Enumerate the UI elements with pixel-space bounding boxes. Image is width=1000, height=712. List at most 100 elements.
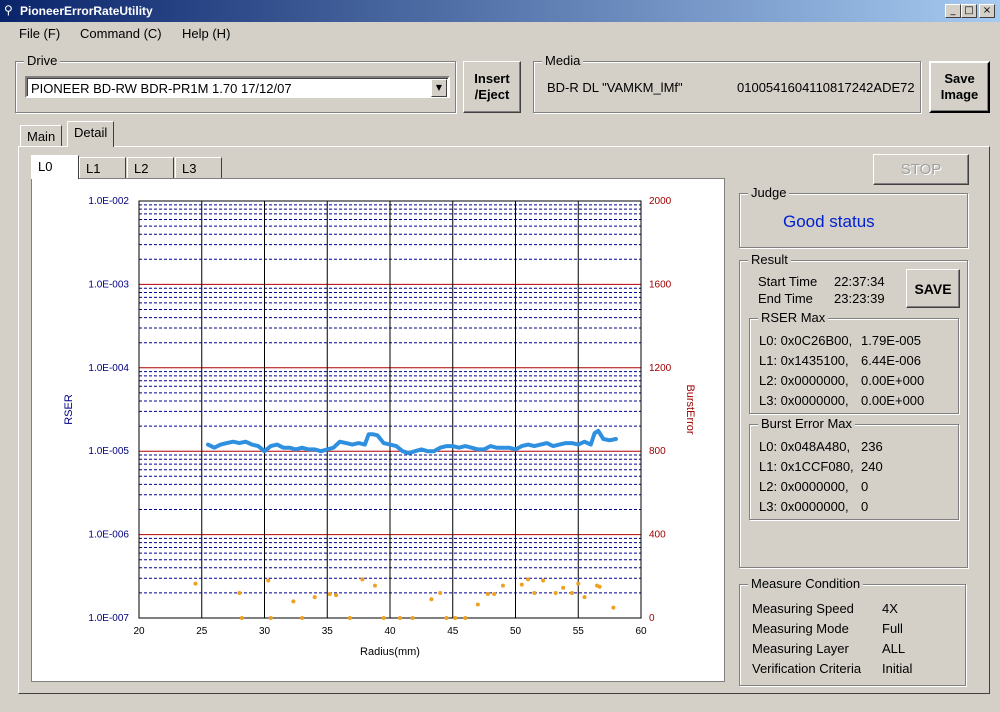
y-left-tick-label: 1.0E-005 [88, 446, 129, 457]
burst-error-point [347, 616, 352, 620]
rser-addr-l2: L2: 0x0000000, [759, 373, 849, 388]
burst-error-point [291, 599, 296, 604]
rser-val-l2: 0.00E+000 [861, 373, 925, 388]
stop-button[interactable]: STOP [873, 154, 969, 185]
title-bar: ⚲ PioneerErrorRateUtility _ □ × [0, 0, 1000, 22]
x-tick-label: 60 [635, 626, 647, 637]
burst-error-point [526, 577, 531, 582]
measure-key-speed: Measuring Speed [752, 601, 854, 616]
burst-error-point [611, 605, 616, 610]
burst-error-point [541, 578, 546, 583]
y-right-tick-label: 400 [649, 530, 666, 541]
y-right-tick-label: 2000 [649, 196, 672, 207]
x-tick-label: 20 [133, 626, 145, 637]
start-time-label: Start Time [758, 274, 818, 289]
drive-label: Drive [24, 53, 61, 68]
result-label: Result [748, 252, 791, 267]
measure-condition-group: Measure Condition Measuring Speed 4X Mea… [739, 576, 966, 686]
x-tick-label: 45 [447, 626, 459, 637]
tab-layer-l1[interactable]: L1 [79, 157, 126, 178]
burst-error-point [193, 581, 198, 586]
insert-eject-line1: Insert [474, 71, 510, 86]
burst-error-point [561, 585, 566, 590]
menu-file[interactable]: File (F) [19, 26, 60, 41]
window-title: PioneerErrorRateUtility [20, 4, 153, 18]
save-image-line1: Save [944, 71, 975, 86]
burst-val-l0: 236 [861, 439, 883, 454]
maximize-button[interactable]: □ [961, 4, 977, 18]
measure-key-layer: Measuring Layer [752, 641, 849, 656]
save-image-line2: Image [940, 87, 979, 102]
burst-max-label: Burst Error Max [758, 416, 856, 431]
burst-error-point [398, 616, 403, 620]
y-left-tick-label: 1.0E-006 [88, 530, 129, 541]
drive-select[interactable]: PIONEER BD-RW BDR-PR1M 1.70 17/12/07 ▼ [25, 76, 450, 98]
save-image-button[interactable]: Save Image [929, 61, 990, 113]
x-tick-label: 30 [259, 626, 271, 637]
burst-error-point [429, 597, 434, 602]
tab-detail[interactable]: Detail [67, 121, 115, 147]
burst-val-l1: 240 [861, 459, 883, 474]
burst-error-point [312, 595, 317, 600]
burst-error-point [266, 578, 271, 583]
burst-error-point [268, 616, 273, 620]
burst-error-point [576, 581, 581, 586]
chart-area: 20 25 30 35 40 45 50 55 60 1.0E-002 1.0E-003 1.0E-0… [31, 178, 725, 682]
rser-addr-l3: L3: 0x0000000, [759, 393, 849, 408]
save-result-button[interactable]: SAVE [906, 269, 960, 308]
judge-label: Judge [748, 185, 790, 200]
burst-error-point [360, 577, 365, 582]
burst-error-point [582, 595, 587, 600]
y-left-axis-label: RSER [63, 394, 75, 425]
tab-layer-l0[interactable]: L0 [31, 155, 79, 179]
menu-help[interactable]: Help (H) [182, 26, 230, 41]
y-left-tick-label: 1.0E-003 [88, 279, 129, 290]
tab-layer-l2[interactable]: L2 [127, 157, 174, 178]
rser-series-line [206, 428, 618, 456]
tab-main[interactable]: Main [20, 125, 63, 146]
media-group: Media BD-R DL "VAMKM_lMf" 01005416041108… [533, 53, 921, 113]
burst-error-point [237, 590, 242, 595]
burst-addr-l0: L0: 0x048A480, [759, 439, 851, 454]
burst-error-point [532, 590, 537, 595]
x-tick-label: 35 [322, 626, 334, 637]
x-tick-label: 50 [510, 626, 522, 637]
x-axis-label: Radius(mm) [360, 646, 420, 658]
burst-error-point [463, 616, 468, 620]
chevron-down-icon[interactable]: ▼ [431, 79, 447, 97]
insert-eject-button[interactable]: Insert /Eject [463, 61, 521, 113]
burst-error-point [444, 616, 449, 620]
x-tick-label: 25 [196, 626, 208, 637]
burst-error-point [500, 583, 505, 588]
menu-command[interactable]: Command (C) [80, 26, 162, 41]
minimize-button[interactable]: _ [945, 4, 961, 18]
close-button[interactable]: × [979, 4, 995, 18]
rser-addr-l0: L0: 0x0C26B00, [759, 333, 853, 348]
burst-error-point [327, 592, 332, 597]
measure-val-speed: 4X [882, 601, 898, 616]
burst-error-point [519, 582, 524, 587]
drive-group: Drive PIONEER BD-RW BDR-PR1M 1.70 17/12/… [15, 53, 456, 113]
media-type: BD-R DL "VAMKM_lMf" [547, 80, 683, 95]
burst-error-point [334, 593, 339, 598]
judge-status: Good status [783, 212, 875, 231]
rser-val-l3: 0.00E+000 [861, 393, 925, 408]
y-right-tick-label: 1600 [649, 279, 672, 290]
app-icon: ⚲ [4, 3, 13, 17]
measure-val-mode: Full [882, 621, 903, 636]
burst-error-point [372, 583, 377, 588]
burst-error-point [438, 590, 443, 595]
tab-layer-l3[interactable]: L3 [175, 157, 222, 178]
measure-val-layer: ALL [882, 641, 906, 656]
result-group: Result Start Time 22:37:34 End Time 23:2… [739, 252, 968, 568]
burst-error-point [485, 592, 490, 597]
y-right-tick-label: 0 [649, 613, 655, 624]
x-tick-label: 55 [573, 626, 585, 637]
y-right-axis-label: BurstError [684, 384, 696, 434]
judge-group: Judge Good status [739, 185, 968, 248]
rser-val-l0: 1.79E-005 [861, 333, 921, 348]
end-time-value: 23:23:39 [834, 291, 885, 306]
burst-addr-l3: L3: 0x0000000, [759, 499, 849, 514]
burst-max-group: Burst Error Max L0: 0x048A480, 236 L1: 0… [749, 416, 959, 520]
media-id: 0100541604110817242ADE72 [737, 80, 915, 95]
